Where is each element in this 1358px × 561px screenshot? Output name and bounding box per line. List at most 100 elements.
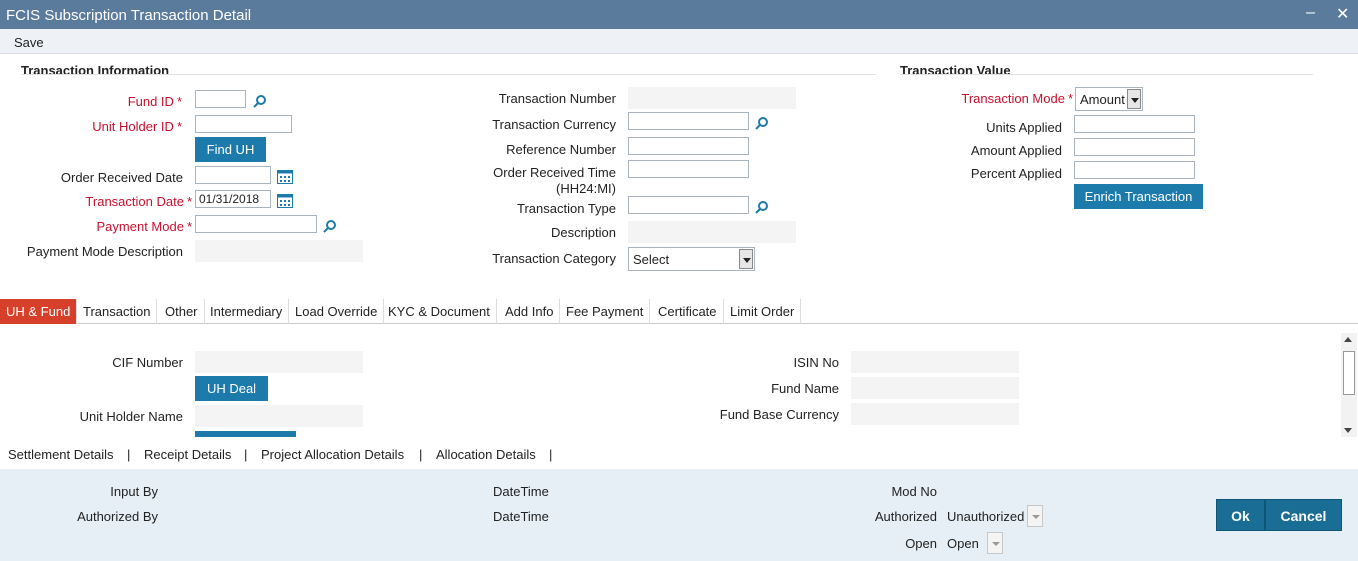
authorized-status-select[interactable]: Unauthorized	[947, 505, 1043, 527]
payment-mode-lookup-icon[interactable]	[323, 219, 337, 233]
separator: |	[244, 447, 248, 462]
vertical-scrollbar[interactable]	[1341, 333, 1357, 437]
tab-certificate[interactable]: Certificate	[652, 299, 724, 324]
fund-id-input[interactable]	[195, 90, 246, 108]
order-received-date-label: Order Received Date	[60, 170, 183, 185]
chevron-down-icon[interactable]	[739, 249, 753, 269]
separator: |	[127, 447, 131, 462]
fund-name-label: Fund Name	[771, 381, 839, 396]
ok-button[interactable]: Ok	[1216, 499, 1265, 531]
tab-fee-payment[interactable]: Fee Payment	[560, 299, 651, 324]
menubar: Save	[0, 29, 1358, 54]
fund-id-label: Fund ID *	[127, 94, 182, 109]
scroll-up-icon[interactable]	[1344, 337, 1352, 342]
open-label: Open	[905, 536, 937, 551]
receipt-details-link[interactable]: Receipt Details	[144, 447, 231, 462]
transaction-date-input[interactable]	[195, 190, 271, 208]
fund-base-currency-label: Fund Base Currency	[719, 407, 839, 422]
description-field	[628, 221, 796, 243]
transaction-type-label: Transaction Type	[517, 201, 616, 216]
section-divider	[21, 74, 876, 75]
scroll-thumb[interactable]	[1343, 351, 1355, 395]
calendar-icon[interactable]	[277, 194, 293, 208]
transaction-information-title: Transaction Information	[21, 63, 170, 78]
order-received-time-label: Order Received Time	[493, 165, 616, 180]
payment-mode-input[interactable]	[195, 215, 317, 233]
minimize-icon[interactable]: –	[1306, 4, 1315, 22]
fund-base-currency-field	[851, 403, 1019, 425]
calendar-icon[interactable]	[277, 170, 293, 184]
tab-intermediary[interactable]: Intermediary	[204, 299, 290, 324]
open-status-select[interactable]: Open	[947, 532, 1003, 554]
partially-visible-button[interactable]	[195, 431, 296, 437]
enrich-transaction-button[interactable]: Enrich Transaction	[1074, 184, 1203, 209]
chevron-down-icon[interactable]	[1027, 505, 1043, 527]
open-status-value: Open	[947, 536, 979, 551]
window-titlebar: FCIS Subscription Transaction Detail – ✕	[0, 0, 1358, 29]
input-by-label: Input By	[110, 484, 158, 499]
unit-holder-id-label: Unit Holder ID *	[92, 119, 182, 134]
transaction-value-title: Transaction Value	[900, 63, 1011, 78]
authorized-by-label: Authorized By	[77, 509, 158, 524]
percent-applied-input[interactable]	[1074, 161, 1195, 179]
tab-kyc-document[interactable]: KYC & Document	[382, 299, 497, 324]
authorized-status-value: Unauthorized	[947, 509, 1025, 524]
close-icon[interactable]: ✕	[1336, 4, 1349, 24]
transaction-currency-label: Transaction Currency	[492, 117, 616, 132]
transaction-currency-lookup-icon[interactable]	[755, 116, 769, 130]
tab-add-info[interactable]: Add Info	[499, 299, 561, 324]
tab-transaction[interactable]: Transaction	[77, 299, 158, 324]
payment-mode-label: Payment Mode *	[96, 219, 193, 234]
tab-uh-fund[interactable]: UH & Fund	[0, 299, 78, 324]
isin-no-label: ISIN No	[793, 355, 839, 370]
payment-mode-description-field	[195, 240, 363, 262]
fund-id-lookup-icon[interactable]	[253, 94, 267, 108]
reference-number-input[interactable]	[628, 137, 749, 155]
units-applied-input[interactable]	[1074, 115, 1195, 133]
section-divider	[900, 74, 1313, 75]
find-uh-button[interactable]: Find UH	[195, 137, 266, 162]
chevron-down-icon[interactable]	[987, 532, 1003, 554]
chevron-down-icon[interactable]	[1127, 89, 1141, 109]
transaction-type-input[interactable]	[628, 196, 749, 214]
order-received-time-input[interactable]	[628, 160, 749, 178]
transaction-mode-select[interactable]: Amount	[1075, 87, 1143, 111]
cif-number-label: CIF Number	[112, 355, 183, 370]
order-received-time-format: (HH24:MI)	[556, 181, 616, 196]
tab-load-override[interactable]: Load Override	[289, 299, 385, 324]
description-label: Description	[550, 225, 616, 240]
allocation-details-link[interactable]: Allocation Details	[436, 447, 536, 462]
unit-holder-name-field	[195, 405, 363, 427]
reference-number-label: Reference Number	[506, 142, 616, 157]
order-received-date-input[interactable]	[195, 166, 271, 184]
scroll-down-icon[interactable]	[1344, 428, 1352, 433]
uh-deal-button[interactable]: UH Deal	[195, 376, 268, 401]
transaction-category-value: Select	[633, 252, 670, 267]
percent-applied-label: Percent Applied	[970, 166, 1062, 181]
detail-tabs: UH & Fund Transaction Other Intermediary…	[0, 299, 1358, 324]
transaction-category-label: Transaction Category	[492, 251, 616, 266]
transaction-type-lookup-icon[interactable]	[755, 200, 769, 214]
sub-tabs: Settlement Details | Receipt Details | P…	[0, 443, 1358, 469]
amount-applied-input[interactable]	[1074, 138, 1195, 156]
tab-limit-order[interactable]: Limit Order	[724, 299, 802, 324]
cif-number-field	[195, 351, 363, 373]
unit-holder-id-input[interactable]	[195, 115, 292, 133]
transaction-category-select[interactable]: Select	[628, 247, 755, 271]
separator: |	[419, 447, 423, 462]
transaction-mode-label: Transaction Mode *	[961, 91, 1073, 106]
transaction-mode-value: Amount	[1080, 92, 1125, 107]
unit-holder-name-label: Unit Holder Name	[79, 409, 183, 424]
isin-no-field	[851, 351, 1019, 373]
tab-other[interactable]: Other	[159, 299, 205, 324]
fund-name-field	[851, 377, 1019, 399]
amount-applied-label: Amount Applied	[970, 143, 1062, 158]
window-title: FCIS Subscription Transaction Detail	[6, 7, 252, 24]
authorized-datetime-label: DateTime	[493, 509, 549, 524]
settlement-details-link[interactable]: Settlement Details	[8, 447, 114, 462]
cancel-button[interactable]: Cancel	[1265, 499, 1342, 531]
project-allocation-details-link[interactable]: Project Allocation Details	[261, 447, 404, 462]
transaction-currency-input[interactable]	[628, 112, 749, 130]
save-menu-item[interactable]: Save	[14, 35, 44, 50]
audit-footer	[0, 469, 1358, 561]
